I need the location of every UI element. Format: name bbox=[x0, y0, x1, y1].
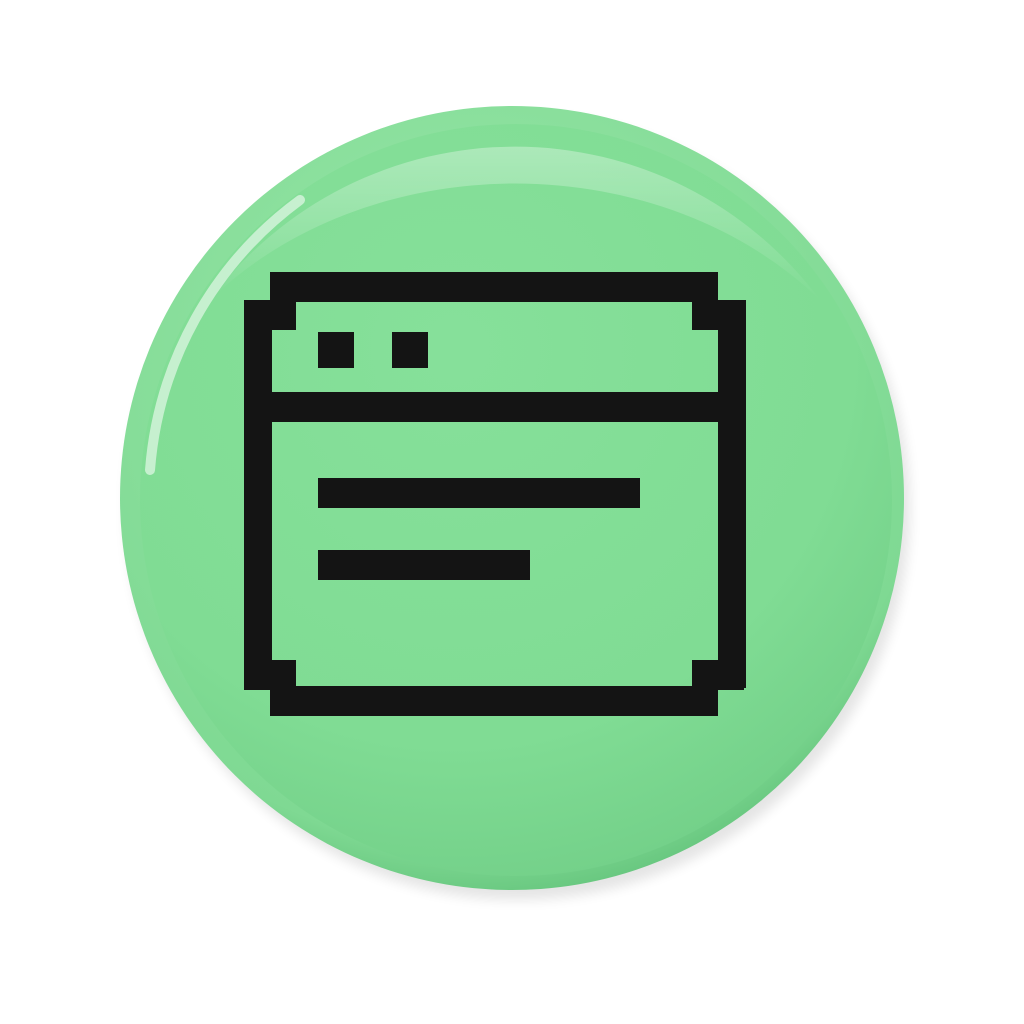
icon-canvas bbox=[0, 0, 1024, 1024]
title-bar-dot-1 bbox=[318, 332, 354, 368]
content-line-long bbox=[318, 478, 640, 508]
content-line-short bbox=[318, 550, 530, 580]
title-bar-dot-2 bbox=[392, 332, 428, 368]
badge-graphic bbox=[120, 106, 910, 900]
